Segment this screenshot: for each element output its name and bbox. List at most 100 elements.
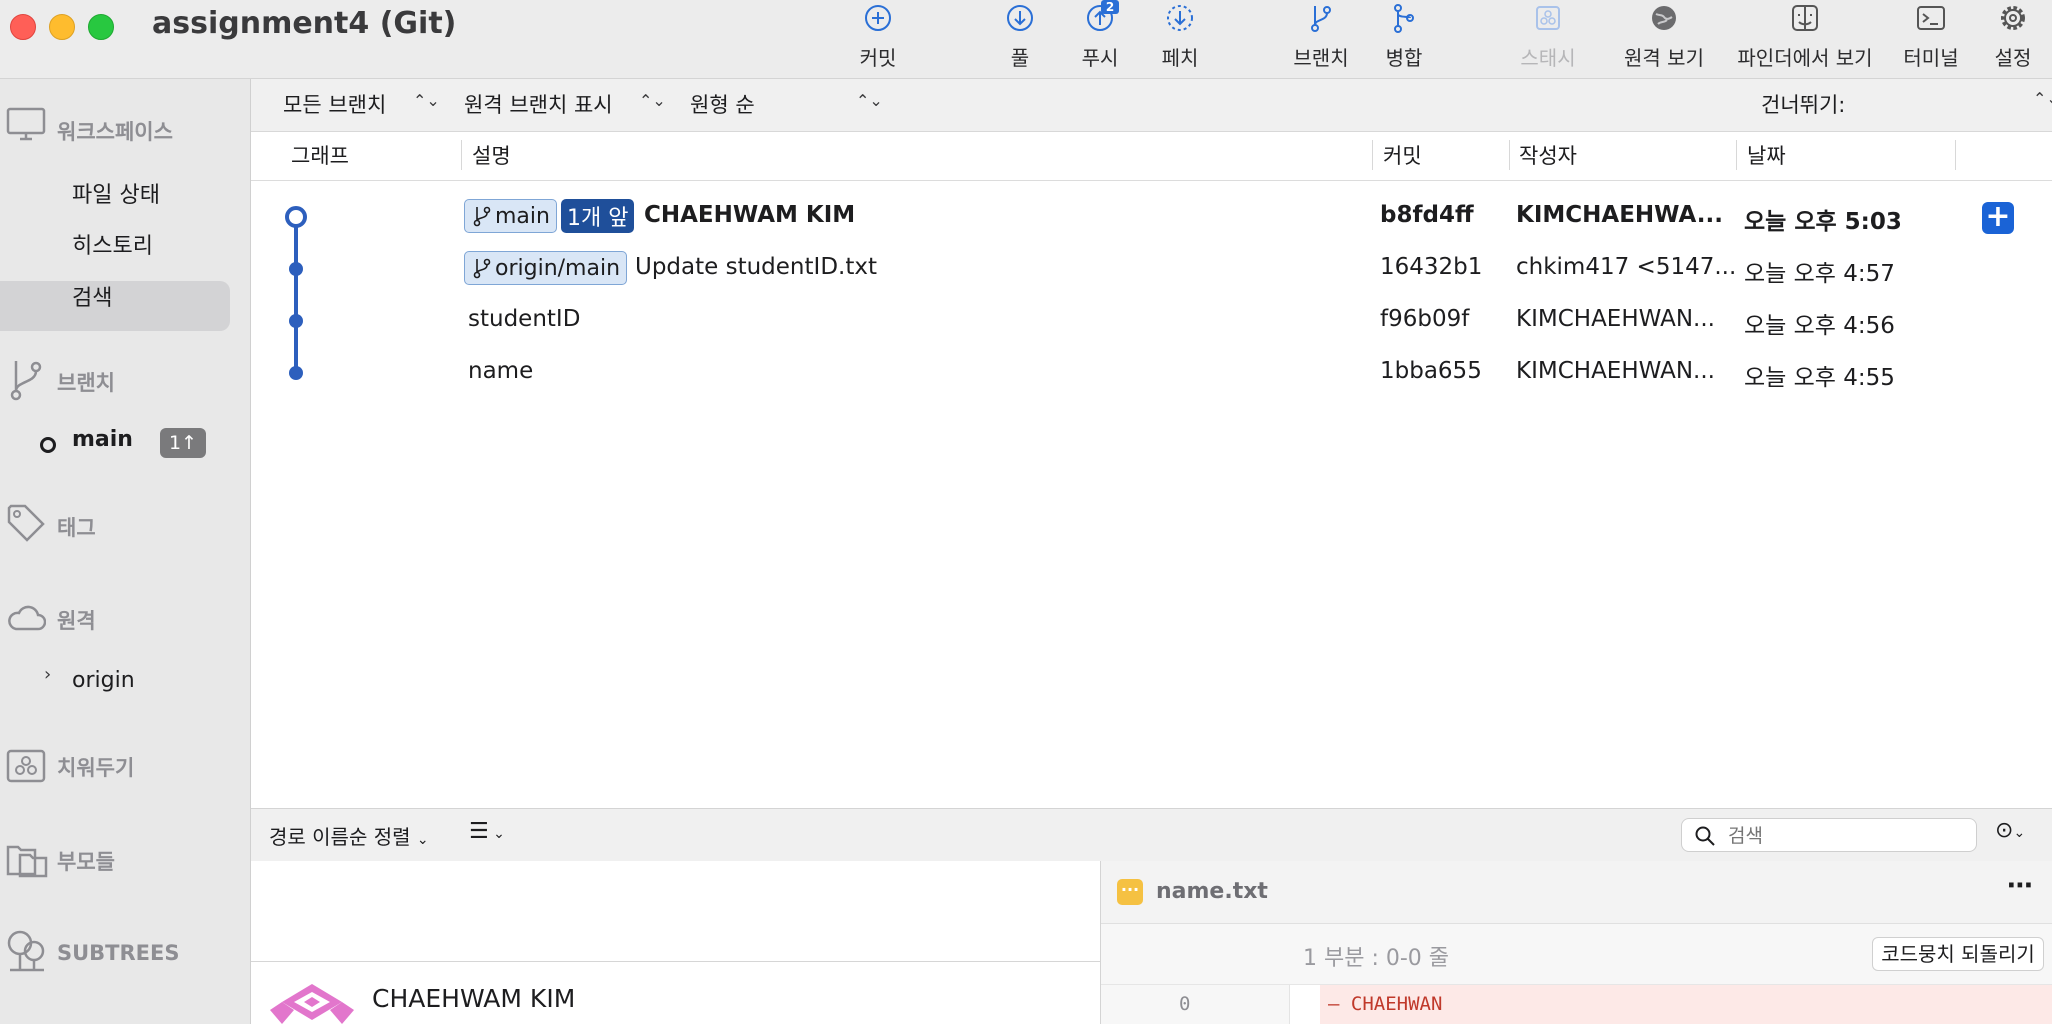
list-icon: ☰: [469, 819, 489, 844]
jump-to-select[interactable]: 건너뛰기:: [1761, 89, 1845, 119]
fetch-icon: [1167, 5, 1193, 31]
sort-select[interactable]: 경로 이름순 정렬 ⌄: [269, 821, 429, 850]
branch-icon: [473, 206, 491, 227]
arrow-down-circle-icon: [1007, 5, 1033, 31]
search-input[interactable]: [1726, 821, 1970, 851]
sidebar: 워크스페이스 파일 상태 히스토리 검색 브랜치 main 1↑ 태그 원격 ›…: [0, 79, 251, 1024]
minimize-window-button[interactable]: [49, 14, 75, 40]
diff-file-name: name.txt: [1156, 879, 1268, 904]
column-author[interactable]: 작성자: [1519, 140, 1577, 170]
branch-ahead-badge: 1↑: [160, 428, 206, 458]
branch-filter-select[interactable]: 모든 브랜치: [283, 89, 386, 119]
add-button[interactable]: +: [1982, 202, 2014, 234]
commit-author: KIMCHAEHWAN...: [1516, 358, 1715, 384]
commit-hash: 1bba655: [1380, 358, 1482, 384]
more-options-button[interactable]: ⊙⌄: [1995, 818, 2025, 843]
pull-label: 풀: [1010, 46, 1030, 70]
cloud-icon: [8, 605, 46, 631]
column-description[interactable]: 설명: [472, 140, 511, 170]
branch-tag-origin-main: origin/main: [464, 251, 628, 285]
commit-author: KIMCHAEHWAN...: [1516, 306, 1715, 332]
ahead-badge: 1개 앞: [561, 199, 635, 233]
fetch-button[interactable]: 페치: [1150, 0, 1210, 78]
line-number: 0: [1179, 993, 1191, 1015]
column-separator: [1509, 140, 1510, 170]
sidebar-parents-header: 부모들: [57, 850, 115, 874]
updown-chevron-icon: ⌃⌄: [413, 91, 440, 110]
commit-button[interactable]: 커밋: [848, 0, 908, 78]
divider: [251, 961, 1100, 962]
line-number-column: 0: [1101, 985, 1290, 1024]
order-select[interactable]: 원형 순: [690, 89, 755, 119]
chevron-down-icon: ⌄: [2013, 825, 2026, 841]
column-commit[interactable]: 커밋: [1383, 140, 1422, 170]
toolbar: assignment4 (Git) 커밋 풀 푸시 2 페치 브랜치 병합 스태…: [0, 0, 2052, 79]
updown-chevron-icon: ⌃⌄: [2033, 89, 2052, 108]
globe-icon: [1652, 6, 1676, 30]
diff-file-header: ··· name.txt ⋯: [1101, 861, 2052, 924]
commit-date: 오늘 오후 5:03: [1744, 209, 1902, 235]
sort-label: 경로 이름순 정렬: [269, 825, 411, 849]
branch-tag-main: main: [464, 199, 557, 233]
column-separator: [1736, 140, 1737, 170]
monitor-icon: [6, 107, 46, 141]
list-view-button[interactable]: ☰ ⌄: [469, 819, 505, 844]
commit-label: 커밋: [859, 46, 897, 70]
search-icon: [1695, 826, 1715, 846]
chevron-down-icon: ⌄: [488, 826, 505, 842]
stash-icon: [1536, 6, 1560, 30]
updown-chevron-icon: ⌃⌄: [639, 91, 666, 110]
sidebar-item-file-status[interactable]: 파일 상태: [72, 177, 160, 209]
column-graph[interactable]: 그래프: [291, 140, 349, 170]
sidebar-item-history[interactable]: [0, 281, 230, 331]
column-date[interactable]: 날짜: [1747, 140, 1786, 170]
remote-branch-select[interactable]: 원격 브랜치 표시: [464, 89, 613, 119]
folders-icon: [6, 845, 48, 878]
commit-hash: b8fd4ff: [1380, 202, 1474, 228]
push-button[interactable]: 푸시: [1070, 0, 1130, 78]
gear-icon: [2001, 6, 2025, 30]
merge-button[interactable]: 병합: [1374, 0, 1434, 78]
sidebar-branch-main[interactable]: main: [72, 427, 133, 452]
close-window-button[interactable]: [10, 14, 36, 40]
commit-author: KIMCHAEHWA...: [1516, 202, 1723, 228]
tag-icon: [7, 504, 45, 542]
file-search-field[interactable]: [1681, 818, 1977, 852]
branch-icon: [473, 258, 491, 279]
stash-button[interactable]: 스태시: [1508, 0, 1588, 78]
settings-button[interactable]: 설정: [1988, 0, 2038, 78]
commit-date: 오늘 오후 4:55: [1744, 365, 1895, 391]
ellipsis-circle-icon: ⊙: [1995, 818, 2014, 843]
remote-view-button[interactable]: 원격 보기: [1616, 0, 1712, 78]
commit-hash: f96b09f: [1380, 306, 1470, 332]
finder-view-button[interactable]: 파인더에서 보기: [1730, 0, 1880, 78]
terminal-icon: [1917, 6, 1945, 30]
revert-hunk-button[interactable]: 코드뭉치 되돌리기: [1872, 937, 2044, 971]
chevron-down-icon: ⌄: [416, 832, 429, 848]
terminal-button[interactable]: 터미널: [1900, 0, 1962, 78]
current-branch-icon: [40, 437, 56, 453]
sidebar-remote-origin[interactable]: origin: [72, 668, 135, 693]
push-label: 푸시: [1081, 46, 1119, 70]
commit-author-name: CHAEHWAM KIM: [372, 984, 576, 1013]
sidebar-tags-header: 태그: [57, 516, 96, 540]
commit-list-header: 그래프 설명 커밋 작성자 날짜: [251, 132, 2052, 181]
sidebar-item-history-label: 히스토리: [72, 234, 153, 259]
sidebar-remotes-header: 원격: [57, 609, 96, 633]
diff-line-text: – CHAEHWAN: [1328, 993, 1443, 1015]
diff-removed-line: – CHAEHWAN: [1320, 985, 2052, 1024]
chevron-right-icon[interactable]: ›: [44, 664, 51, 685]
fetch-label: 페치: [1161, 46, 1199, 70]
file-options-button[interactable]: ⋯: [2007, 871, 2033, 901]
file-modified-icon: ···: [1117, 879, 1143, 905]
filter-bar: 모든 브랜치 ⌃⌄ 원격 브랜치 표시 ⌃⌄ 원형 순 ⌃⌄ 건너뛰기: ⌃⌄: [251, 79, 2052, 132]
sidebar-branches-header: 브랜치: [57, 371, 115, 395]
pull-button[interactable]: 풀: [990, 0, 1050, 78]
sidebar-stashes-header: 치워두기: [57, 756, 135, 780]
finder-view-label: 파인더에서 보기: [1737, 46, 1873, 70]
branch-button[interactable]: 브랜치: [1291, 0, 1351, 78]
sidebar-item-search[interactable]: 검색: [72, 280, 112, 312]
branch-tag-label: origin/main: [495, 255, 621, 281]
zoom-window-button[interactable]: [88, 14, 114, 40]
stash-icon: [6, 749, 46, 783]
